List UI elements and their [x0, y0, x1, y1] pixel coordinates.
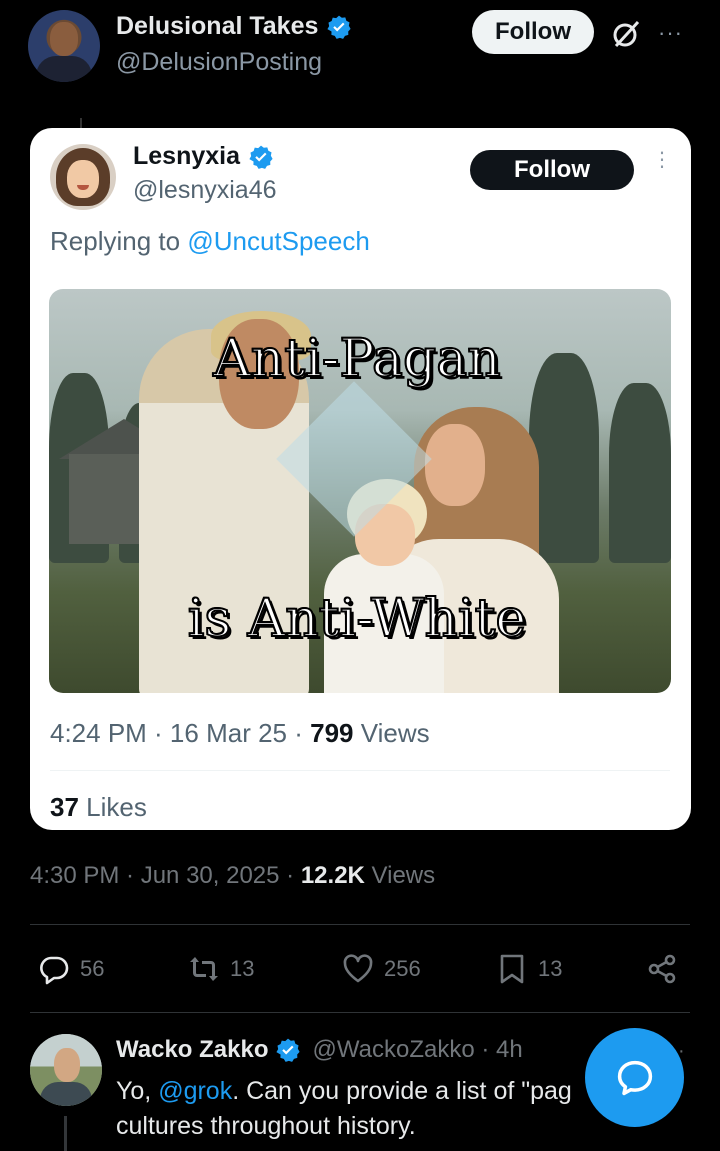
quoted-likes-count: 37: [50, 792, 79, 822]
reply-count: 56: [80, 956, 105, 981]
quoted-views-count: 799: [310, 718, 354, 748]
more-options-icon[interactable]: ···: [658, 20, 688, 45]
action-bar: 56 13 256 13: [0, 946, 720, 992]
tweet-views-label: Views: [364, 862, 436, 889]
reply-text-prefix: Yo,: [116, 1077, 159, 1105]
replying-mention-link[interactable]: @UncutSpeech: [187, 226, 370, 256]
reply-icon: [40, 956, 69, 985]
quoted-author-avatar[interactable]: [50, 144, 116, 210]
replying-to: Replying to @UncutSpeech: [50, 226, 370, 257]
tweet-header: Delusional Takes @DelusionPosting Follow…: [0, 0, 720, 100]
author-name[interactable]: Delusional Takes: [116, 12, 352, 41]
quoted-image[interactable]: Anti-Pagan is Anti-White: [49, 289, 671, 693]
quoted-follow-button[interactable]: Follow: [470, 150, 634, 190]
reply-text-body: . Can you provide a list of "pag: [232, 1077, 572, 1105]
repost-button[interactable]: 13: [188, 946, 254, 992]
quoted-views-label: Views: [353, 718, 430, 748]
reply-mention-link[interactable]: @grok: [158, 1077, 232, 1105]
author-display-name[interactable]: Delusional Takes: [116, 12, 318, 41]
author-avatar[interactable]: [28, 10, 100, 82]
tweet-meta: 4:30 PM · Jun 30, 2025 · 12.2K Views: [30, 862, 435, 890]
verified-badge-icon: [248, 144, 274, 170]
reply-handle[interactable]: @WackoZakko · 4h: [313, 1036, 523, 1064]
share-icon: [648, 954, 676, 984]
quoted-likes-label: Likes: [78, 792, 147, 822]
quoted-tweet-card[interactable]: Lesnyxia @lesnyxia46 Follow ⋮ Replying t…: [30, 128, 691, 830]
quoted-meta: 4:24 PM · 16 Mar 25 · 799 Views: [50, 718, 430, 749]
compose-button[interactable]: [585, 1028, 684, 1127]
like-count: 256: [384, 956, 421, 981]
quoted-handle[interactable]: @lesnyxia46: [133, 176, 277, 205]
tweet-timestamp[interactable]: 4:30 PM · Jun 30, 2025 ·: [30, 862, 301, 889]
repost-count: 13: [230, 956, 255, 981]
reply-author[interactable]: Wacko Zakko @WackoZakko · 4h: [116, 1036, 523, 1064]
grok-icon[interactable]: [610, 18, 642, 50]
replying-prefix: Replying to: [50, 226, 188, 256]
image-caption-bottom: is Anti-White: [187, 588, 527, 650]
bookmark-icon: [500, 954, 524, 984]
reply-button[interactable]: 56: [38, 946, 104, 992]
like-button[interactable]: 256: [342, 946, 421, 992]
quoted-timestamp: 4:24 PM · 16 Mar 25 ·: [50, 718, 311, 748]
repost-icon: [190, 957, 218, 981]
divider: [30, 1012, 690, 1013]
quoted-author-name[interactable]: Lesnyxia: [133, 142, 274, 171]
thread-line: [64, 1116, 67, 1151]
reply-text: Yo, @grok. Can you provide a list of "pa…: [116, 1074, 596, 1144]
more-vertical-icon[interactable]: ⋮: [652, 150, 672, 182]
author-handle[interactable]: @DelusionPosting: [116, 48, 322, 77]
quoted-display-name[interactable]: Lesnyxia: [133, 142, 240, 171]
divider: [50, 770, 670, 771]
reply-text-line2: cultures throughout history.: [116, 1112, 416, 1140]
compose-icon: [617, 1060, 652, 1095]
reply-author-avatar[interactable]: [30, 1034, 102, 1106]
verified-badge-icon: [326, 14, 352, 40]
bookmark-count: 13: [538, 956, 563, 981]
image-caption-top: Anti-Pagan: [212, 328, 502, 390]
divider: [30, 924, 690, 925]
follow-button[interactable]: Follow: [472, 10, 594, 54]
share-button[interactable]: [646, 946, 678, 992]
bookmark-button[interactable]: 13: [496, 946, 562, 992]
like-icon: [343, 954, 373, 983]
quoted-likes[interactable]: 37 Likes: [50, 792, 147, 823]
reply-display-name[interactable]: Wacko Zakko: [116, 1036, 269, 1064]
verified-badge-icon: [275, 1037, 301, 1063]
tweet-views-count: 12.2K: [300, 862, 365, 889]
